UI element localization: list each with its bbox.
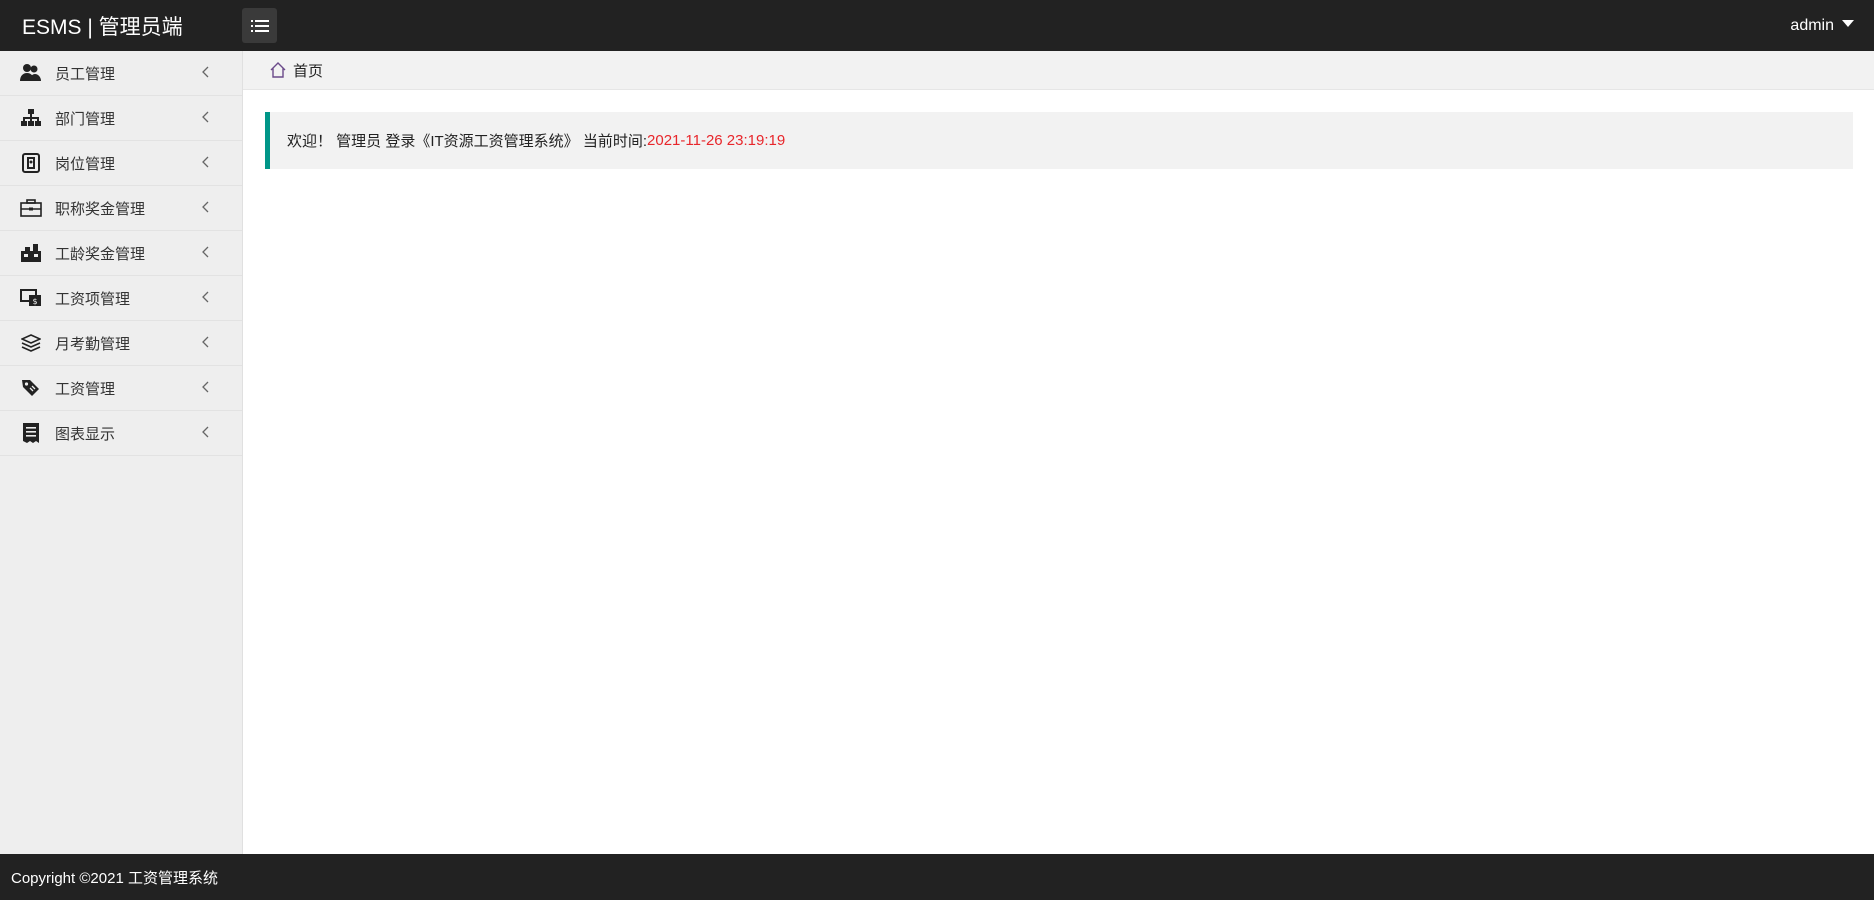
svg-text:$: $ — [32, 297, 37, 306]
username-label: admin — [1790, 16, 1834, 34]
sidebar-item-positions[interactable]: 岗位管理 — [0, 141, 242, 186]
current-time: 2021-11-26 23:19:19 — [647, 132, 786, 149]
badge-icon — [20, 152, 42, 174]
chevron-left-icon — [202, 111, 209, 123]
chevron-left-icon — [202, 201, 209, 213]
sidebar-item-label: 工龄奖金管理 — [55, 245, 146, 263]
welcome-banner: 欢迎！ 管理员 登录《IT资源工资管理系统》 当前时间: 2021-11-26 2… — [265, 112, 1853, 169]
sidebar-item-departments[interactable]: 部门管理 — [0, 96, 242, 141]
sitemap-icon — [20, 107, 42, 129]
receipt-icon — [20, 422, 42, 444]
sidebar: 员工管理 部门管理 岗位管理 职称奖金管理 工龄奖金管理 $ 工资项管理 月考勤… — [0, 51, 243, 854]
user-menu-dropdown[interactable]: admin — [1790, 0, 1854, 51]
home-icon — [270, 62, 286, 78]
caret-down-icon — [1842, 20, 1854, 27]
chevron-left-icon — [202, 156, 209, 168]
chevron-left-icon — [202, 66, 209, 78]
chevron-left-icon — [202, 246, 209, 258]
sidebar-item-label: 图表显示 — [55, 425, 116, 443]
sidebar-item-salary[interactable]: 工资管理 — [0, 366, 242, 411]
sidebar-item-label: 工资项管理 — [55, 290, 131, 308]
sidebar-item-charts[interactable]: 图表显示 — [0, 411, 242, 456]
breadcrumb-home-link[interactable]: 首页 — [293, 60, 323, 81]
sidebar-item-salary-items[interactable]: $ 工资项管理 — [0, 276, 242, 321]
money-screen-icon: $ — [20, 287, 42, 309]
copyright-text: Copyright ©2021 工资管理系统 — [11, 869, 218, 887]
users-icon — [20, 62, 42, 84]
briefcase-icon — [20, 197, 42, 219]
sidebar-item-attendance[interactable]: 月考勤管理 — [0, 321, 242, 366]
sidebar-item-label: 部门管理 — [55, 110, 116, 128]
list-menu-icon — [250, 19, 269, 32]
app-brand[interactable]: ESMS | 管理员端 — [0, 11, 242, 41]
footer: Copyright ©2021 工资管理系统 — [0, 854, 1874, 900]
sidebar-item-label: 岗位管理 — [55, 155, 116, 173]
top-navbar: ESMS | 管理员端 admin — [0, 0, 1874, 51]
breadcrumb: 首页 — [243, 51, 1874, 90]
chevron-left-icon — [202, 426, 209, 438]
chevron-left-icon — [202, 381, 209, 393]
chevron-left-icon — [202, 291, 209, 303]
sidebar-item-employees[interactable]: 员工管理 — [0, 51, 242, 96]
sidebar-item-title-bonus[interactable]: 职称奖金管理 — [0, 186, 242, 231]
tag-icon — [20, 377, 42, 399]
layers-icon — [20, 332, 42, 354]
sidebar-item-label: 员工管理 — [55, 65, 116, 83]
sidebar-toggle-button[interactable] — [242, 8, 277, 43]
chevron-left-icon — [202, 336, 209, 348]
sidebar-item-label: 月考勤管理 — [55, 335, 131, 353]
welcome-text: 欢迎！ 管理员 登录《IT资源工资管理系统》 当前时间: — [287, 133, 648, 150]
toolbox-icon — [20, 242, 42, 264]
sidebar-item-seniority-bonus[interactable]: 工龄奖金管理 — [0, 231, 242, 276]
sidebar-item-label: 工资管理 — [55, 380, 116, 398]
sidebar-item-label: 职称奖金管理 — [55, 200, 146, 218]
